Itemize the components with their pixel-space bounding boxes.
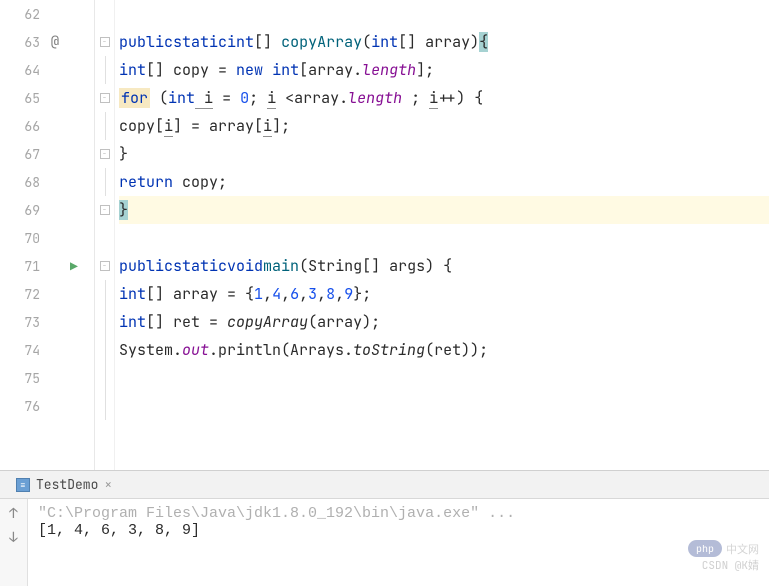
code-line[interactable] [119, 392, 769, 420]
console-tab-label: TestDemo [36, 476, 98, 493]
console-output[interactable]: "C:\Program Files\Java\jdk1.8.0_192\bin\… [28, 499, 769, 586]
gutter-row[interactable]: 66 [0, 112, 94, 140]
watermark: php 中文网 [688, 540, 759, 557]
gutter: 62 63@ 64 65 66 67 68 69 70 71 ▶ 72 73 74… [0, 0, 95, 470]
gutter-row[interactable]: 64 [0, 56, 94, 84]
code-line[interactable]: } [119, 140, 769, 168]
console-panel: ≡ TestDemo × ↑ ↓ "C:\Program Files\Java\… [0, 470, 769, 585]
code-line[interactable] [119, 364, 769, 392]
code-line[interactable]: int[] ret = copyArray(array); [119, 308, 769, 336]
csdn-watermark: CSDN @K婧 [702, 557, 759, 573]
code-line[interactable]: int[] copy = new int[array.length]; [119, 56, 769, 84]
line-number: 67 [12, 146, 40, 163]
fold-column: − − − − − [95, 0, 115, 470]
line-number: 68 [12, 174, 40, 191]
line-number: 65 [12, 90, 40, 107]
console-tab[interactable]: ≡ TestDemo × [8, 472, 120, 497]
gutter-row[interactable]: 62 [0, 0, 94, 28]
code-line[interactable] [119, 224, 769, 252]
gutter-row[interactable]: 68 [0, 168, 94, 196]
gutter-row[interactable]: 71 ▶ [0, 252, 94, 280]
code-line[interactable]: for (int i = 0; i <array.length ; i++) { [119, 84, 769, 112]
line-number: 69 [12, 202, 40, 219]
override-icon[interactable]: @ [40, 33, 70, 51]
editor-area: 62 63@ 64 65 66 67 68 69 70 71 ▶ 72 73 74… [0, 0, 769, 470]
line-number: 66 [12, 118, 40, 135]
line-number: 74 [12, 342, 40, 359]
line-number: 71 [12, 258, 40, 275]
code-line[interactable]: int[] array = {1,4,6,3,8,9}; [119, 280, 769, 308]
gutter-row[interactable]: 72 [0, 280, 94, 308]
line-number: 70 [12, 230, 40, 247]
gutter-row[interactable]: 67 [0, 140, 94, 168]
console-body: ↑ ↓ "C:\Program Files\Java\jdk1.8.0_192\… [0, 499, 769, 586]
line-number: 75 [12, 370, 40, 387]
gutter-row[interactable]: 73 [0, 308, 94, 336]
line-number: 62 [12, 6, 40, 23]
code-line[interactable]: public static int[] copyArray(int[] arra… [119, 28, 769, 56]
line-number: 72 [12, 286, 40, 303]
line-number: 73 [12, 314, 40, 331]
fold-end-icon[interactable]: − [100, 205, 110, 215]
gutter-row[interactable]: 65 [0, 84, 94, 112]
gutter-row[interactable]: 74 [0, 336, 94, 364]
console-result: [1, 4, 6, 3, 8, 9] [38, 522, 759, 539]
fold-toggle-icon[interactable]: − [100, 93, 110, 103]
gutter-row[interactable]: 76 [0, 392, 94, 420]
run-icon[interactable]: ▶ [70, 258, 88, 275]
line-number: 63 [12, 34, 40, 51]
gutter-row[interactable]: 69 [0, 196, 94, 224]
console-tabs: ≡ TestDemo × [0, 471, 769, 499]
console-controls: ↑ ↓ [0, 499, 28, 586]
fold-toggle-icon[interactable]: − [100, 37, 110, 47]
gutter-row[interactable]: 63@ [0, 28, 94, 56]
gutter-row[interactable]: 75 [0, 364, 94, 392]
line-number: 64 [12, 62, 40, 79]
fold-end-icon[interactable]: − [100, 149, 110, 159]
gutter-row[interactable]: 70 [0, 224, 94, 252]
code-line[interactable]: copy[i] = array[i]; [119, 112, 769, 140]
code-content[interactable]: public static int[] copyArray(int[] arra… [115, 0, 769, 470]
code-line[interactable] [119, 0, 769, 28]
php-badge-icon: php [688, 540, 722, 557]
code-line[interactable]: return copy; [119, 168, 769, 196]
arrow-down-icon[interactable]: ↓ [9, 529, 17, 547]
code-line[interactable]: public static void main(String[] args) { [119, 252, 769, 280]
arrow-up-icon[interactable]: ↑ [9, 505, 17, 523]
run-config-icon: ≡ [16, 478, 30, 492]
line-number: 76 [12, 398, 40, 415]
console-command: "C:\Program Files\Java\jdk1.8.0_192\bin\… [38, 505, 759, 522]
code-line[interactable]: System.out.println(Arrays.toString(ret))… [119, 336, 769, 364]
close-icon[interactable]: × [104, 476, 112, 493]
code-line[interactable]: } [119, 196, 769, 224]
fold-toggle-icon[interactable]: − [100, 261, 110, 271]
